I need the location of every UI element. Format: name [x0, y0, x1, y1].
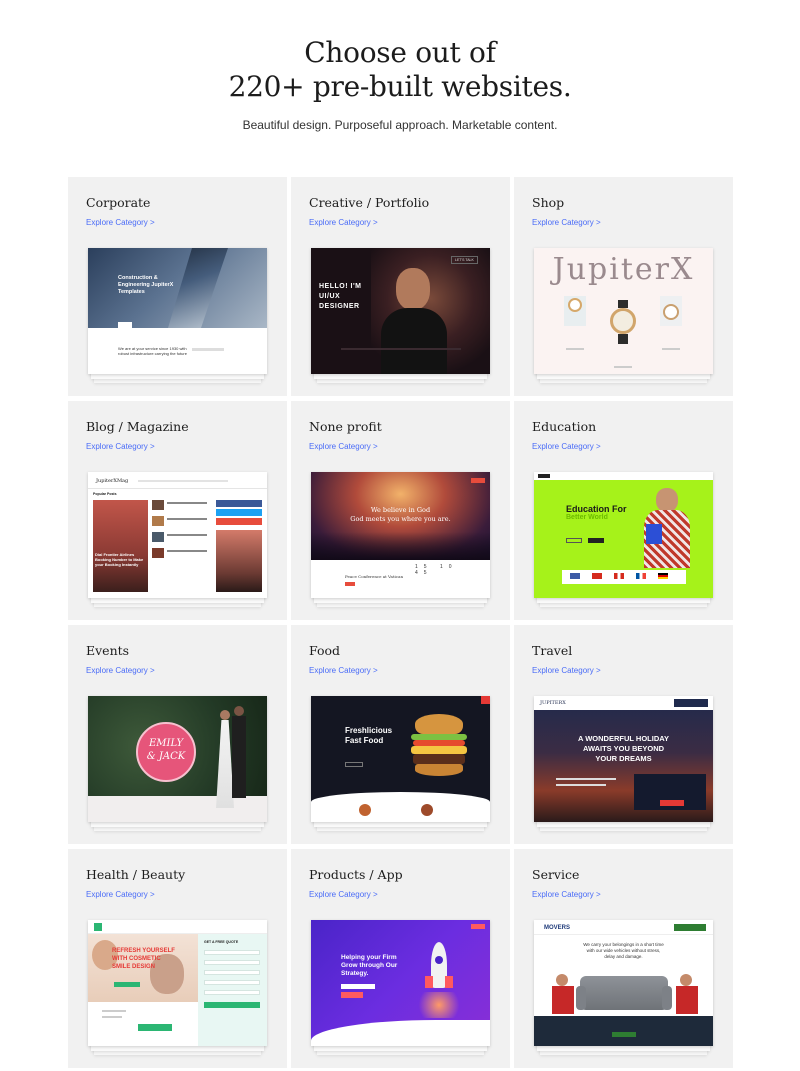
preview-headline-line2: Fast Food [345, 736, 384, 745]
category-card-products-app: Products / App Explore Category > Helpin… [291, 849, 510, 1068]
preview-button: LET'S TALK [451, 256, 478, 264]
explore-category-link[interactable]: Explore Category > [532, 890, 601, 899]
page-title-line2: 220+ pre-built websites. [228, 70, 572, 103]
preview-thumbnail[interactable]: Education For Better World [534, 472, 713, 598]
preview-brand: JupiterXMag [96, 478, 129, 484]
hero: Choose out of 220+ pre-built websites. B… [0, 0, 800, 132]
preview-stack[interactable]: Education For Better World [534, 472, 713, 607]
preview-headline-line2: God meets you where you are. [350, 515, 451, 523]
preview-stack[interactable]: Freshlicious Fast Food [311, 696, 490, 831]
preview-headline-line1: We believe in God [370, 506, 431, 514]
category-title: Food [309, 643, 341, 658]
preview-thumbnail[interactable]: MOVERS We carry your belongings in a sho… [534, 920, 713, 1046]
preview-brand: MOVERS [544, 925, 571, 931]
explore-category-link[interactable]: Explore Category > [86, 218, 155, 227]
category-card-blog-magazine: Blog / Magazine Explore Category > Jupit… [68, 401, 287, 620]
category-card-travel: Travel Explore Category > JUPITERX A WON… [514, 625, 733, 844]
category-card-corporate: Corporate Explore Category > Constructio… [68, 177, 287, 396]
preview-stack[interactable]: REFRESH YOURSELF WITH COSMETIC SMILE DES… [88, 920, 267, 1055]
preview-thumbnail[interactable]: We believe in God God meets you where yo… [311, 472, 490, 598]
preview-stack[interactable]: JupiterXMag Popular Posts Dial Frontier … [88, 472, 267, 607]
category-card-food: Food Explore Category > Freshlicious Fas… [291, 625, 510, 844]
preview-headline-line3: YOUR DREAMS [595, 754, 652, 763]
preview-thumbnail[interactable]: JupiterXMag Popular Posts Dial Frontier … [88, 472, 267, 598]
category-card-education: Education Explore Category > Education F… [514, 401, 733, 620]
preview-stack[interactable]: Helping your Firm Grow through Our Strat… [311, 920, 490, 1055]
category-title: Shop [532, 195, 565, 210]
category-card-creative-portfolio: Creative / Portfolio Explore Category > … [291, 177, 510, 396]
preview-body: We are at your service since 1930 with r… [118, 346, 187, 356]
explore-category-link[interactable]: Explore Category > [309, 666, 378, 675]
preview-headline-line2: AWAITS YOU BEYOND [582, 744, 665, 753]
preview-stack[interactable]: HELLO! I'M UI/UX DESIGNER LET'S TALK [311, 248, 490, 383]
explore-category-link[interactable]: Explore Category > [532, 666, 601, 675]
preview-form-title: GET A FREE QUOTE [204, 940, 239, 944]
preview-headline-line2: WITH COSMETIC [112, 956, 161, 962]
preview-stack[interactable]: EMILY & JACK [88, 696, 267, 831]
explore-category-link[interactable]: Explore Category > [532, 218, 601, 227]
preview-stack[interactable]: We believe in God God meets you where yo… [311, 472, 490, 607]
category-card-events: Events Explore Category > EMILY & JACK [68, 625, 287, 844]
explore-category-link[interactable]: Explore Category > [86, 442, 155, 451]
explore-category-link[interactable]: Explore Category > [309, 218, 378, 227]
preview-headline: Construction & Engineering JupiterX Temp… [118, 275, 174, 295]
preview-headline-line2: Better World [566, 514, 608, 521]
preview-names-line1: EMILY [148, 738, 184, 749]
category-card-none-profit: None profit Explore Category > We believ… [291, 401, 510, 620]
preview-headline-line3: SMILE DESIGN [112, 964, 156, 970]
preview-thumbnail[interactable]: Freshlicious Fast Food [311, 696, 490, 822]
explore-category-link[interactable]: Explore Category > [532, 442, 601, 451]
explore-category-link[interactable]: Explore Category > [86, 666, 155, 675]
preview-brand: JUPITERX [540, 700, 566, 706]
category-card-shop: Shop Explore Category > JupiterX [514, 177, 733, 396]
preview-headline: HELLO! I'M UI/UX DESIGNER [319, 283, 362, 310]
preview-headline-line1: Helping your Firm [341, 954, 397, 961]
preview-thumbnail[interactable]: EMILY & JACK [88, 696, 267, 822]
preview-headline-line1: A WONDERFUL HOLIDAY [578, 734, 669, 743]
category-title: None profit [309, 419, 382, 434]
preview-headline: Dial Frontier Airlines Booking Number to… [95, 552, 144, 567]
preview-headline-line1: Education For [566, 504, 627, 514]
category-card-health-beauty: Health / Beauty Explore Category > REFRE… [68, 849, 287, 1068]
preview-headline-line1: Freshlicious [345, 726, 393, 735]
page-subtitle: Beautiful design. Purposeful approach. M… [242, 118, 558, 132]
preview-thumbnail[interactable]: HELLO! I'M UI/UX DESIGNER LET'S TALK [311, 248, 490, 374]
category-title: Service [532, 867, 580, 882]
preview-names-line2: & JACK [146, 751, 186, 762]
preview-headline-line3: delay and damage. [604, 954, 643, 959]
preview-stack[interactable]: MOVERS We carry your belongings in a sho… [534, 920, 713, 1055]
explore-category-link[interactable]: Explore Category > [309, 890, 378, 899]
category-title: Blog / Magazine [86, 419, 189, 434]
preview-stack[interactable]: JUPITERX A WONDERFUL HOLIDAY AWAITS YOU … [534, 696, 713, 831]
preview-stack[interactable]: Construction & Engineering JupiterX Temp… [88, 248, 267, 383]
category-card-service: Service Explore Category > MOVERS We car… [514, 849, 733, 1068]
category-title: Events [86, 643, 130, 658]
preview-section: Popular Posts [93, 492, 117, 496]
preview-thumbnail[interactable]: JUPITERX A WONDERFUL HOLIDAY AWAITS YOU … [534, 696, 713, 822]
category-title: Corporate [86, 195, 151, 210]
category-title: Education [532, 419, 597, 434]
preview-headline-line2: Grow through Our [341, 962, 398, 969]
preview-headline-line1: REFRESH YOURSELF [112, 948, 175, 954]
preview-thumbnail[interactable]: Construction & Engineering JupiterX Temp… [88, 248, 267, 374]
preview-thumbnail[interactable]: JupiterX [534, 248, 713, 374]
preview-thumbnail[interactable]: REFRESH YOURSELF WITH COSMETIC SMILE DES… [88, 920, 267, 1046]
category-title: Creative / Portfolio [309, 195, 430, 210]
category-title: Travel [532, 643, 573, 658]
page-title-line1: Choose out of [304, 36, 496, 69]
preview-headline-line1: We carry your belongings in a short time [583, 942, 664, 947]
page-title: Choose out of 220+ pre-built websites. [0, 36, 800, 104]
preview-stack[interactable]: JupiterX [534, 248, 713, 383]
category-title: Products / App [309, 867, 403, 882]
preview-headline-line3: Strategy. [341, 970, 369, 977]
category-grid: Corporate Explore Category > Constructio… [68, 177, 734, 1068]
explore-category-link[interactable]: Explore Category > [86, 890, 155, 899]
preview-headline-line2: with our wide vehicles without stress, [586, 948, 661, 953]
preview-thumbnail[interactable]: Helping your Firm Grow through Our Strat… [311, 920, 490, 1046]
category-title: Health / Beauty [86, 867, 186, 882]
preview-brand: JupiterX [552, 252, 695, 287]
explore-category-link[interactable]: Explore Category > [309, 442, 378, 451]
preview-event: Peace Conference at Vatican [345, 574, 404, 579]
